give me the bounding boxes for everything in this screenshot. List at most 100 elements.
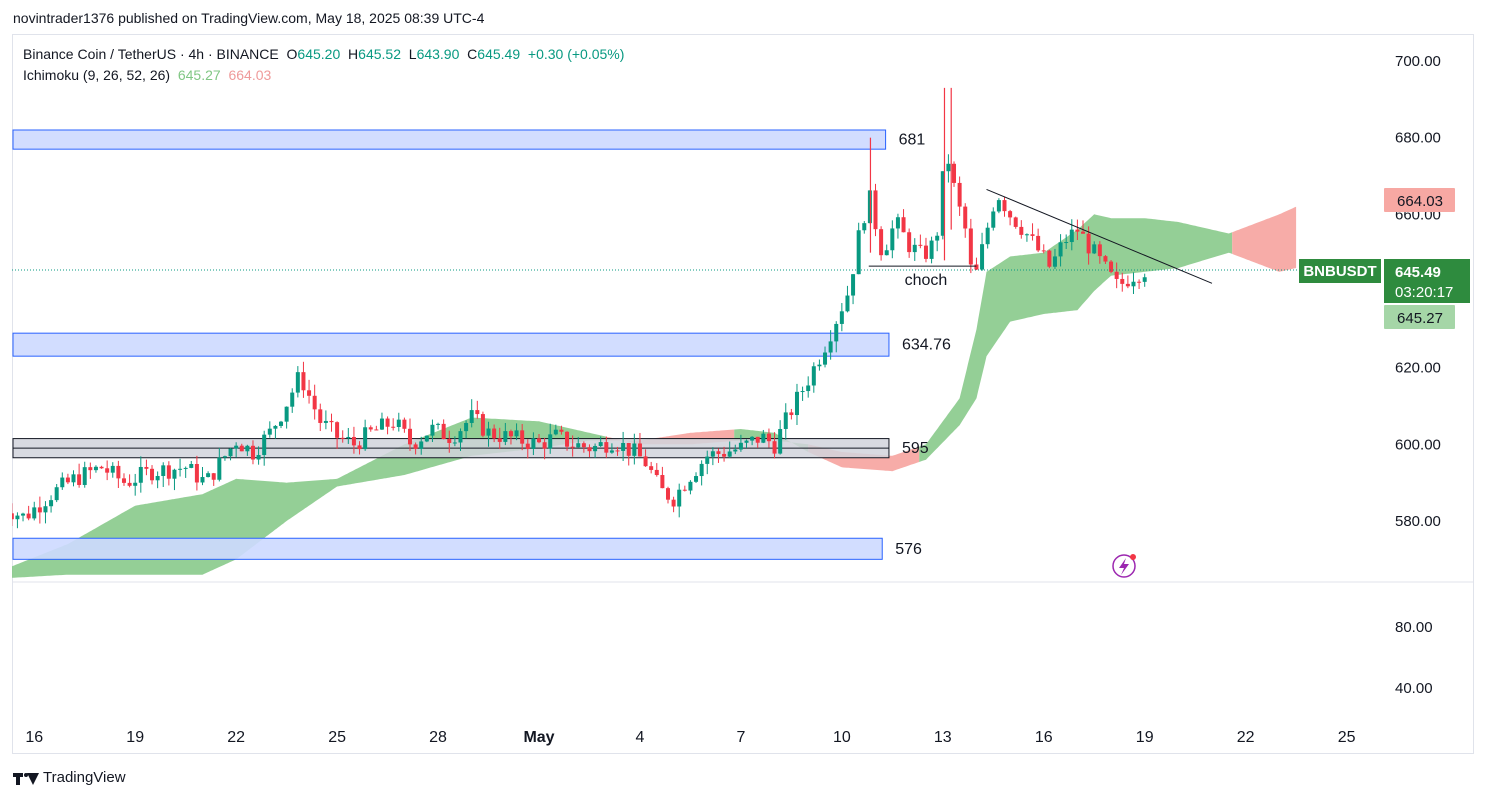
candle-body [273,425,278,429]
candle-body [1019,226,1024,235]
candle-body [722,453,727,457]
candle-body [77,474,82,485]
candle-body [839,311,844,324]
candle-body [884,250,889,256]
candle-body [110,465,115,473]
legend-symbol[interactable]: Binance Coin / TetherUS · 4h · BINANCE [23,46,279,62]
candle-body [637,443,642,457]
price-chart[interactable]: 681634.76595576 choch 700.00680.00660.00… [0,0,1488,800]
last-price-text: 645.49 [1395,264,1441,281]
candle-body [1125,283,1130,287]
legend-indicator[interactable]: Ichimoku (9, 26, 52, 26) [23,67,170,83]
candle-body [834,323,839,342]
time-tick: 22 [227,729,245,746]
candle-body [284,406,289,422]
legend-symbol-row: Binance Coin / TetherUS · 4h · BINANCE O… [23,46,625,62]
candle-body [363,427,368,450]
candle-body [222,456,227,458]
candle-body [82,467,87,485]
candle-body [88,467,93,471]
candle-body [413,444,418,449]
candle-body [576,443,581,448]
candle-body [570,446,575,448]
legend-low: 643.90 [416,46,460,62]
candle-body [1041,250,1046,252]
zone-label: 634.76 [902,337,951,354]
zone-resistance [12,129,887,150]
candle-layer [0,87,1147,529]
candle-body [138,466,143,483]
candle-body [811,366,816,386]
candle-body [1131,281,1136,287]
candle-body [419,441,424,449]
tradingview-footer[interactable]: TradingView [13,769,126,786]
candle-body [15,515,20,520]
candle-body [329,420,334,423]
candle-body [705,456,710,464]
candle-body [823,352,828,365]
candle-body [1142,277,1147,282]
candle-body [486,428,491,436]
lightning-bolt [1119,558,1129,575]
legend-close: 645.49 [477,46,521,62]
senkou-b-label: 664.03 [1384,188,1455,212]
candle-body [789,412,794,416]
candle-body [279,421,284,426]
candle-body [262,434,267,456]
candle-body [49,500,54,507]
time-tick: 7 [736,729,745,746]
candle-body [907,232,912,253]
candle-body [379,418,384,430]
candle-body [559,429,564,432]
candle-body [665,488,670,500]
candle-body [968,228,973,265]
candle-body [609,450,614,453]
zone-support [12,537,883,560]
volume-tick: 80.00 [1395,619,1433,636]
candle-body [744,440,749,443]
candle-body [0,506,3,507]
time-tick: 19 [1136,729,1154,746]
candle-body [318,409,323,423]
countdown-text: 03:20:17 [1395,284,1453,301]
candle-body [1024,234,1029,236]
candle-body [239,445,244,452]
price-label-layer: 664.03 BNBUSDT 645.49 03:20:17 645.27 [1299,188,1470,329]
candle-body [295,372,300,393]
candle-body [436,423,441,425]
candle-body [464,422,469,432]
legend-indicator-row: Ichimoku (9, 26, 52, 26) 645.27 664.03 [23,65,624,86]
candle-body [621,442,626,451]
candle-body [133,482,138,486]
lightning-dot [1130,554,1136,560]
time-tick: 28 [429,729,447,746]
candle-body [716,451,721,454]
candle-body [1086,233,1091,254]
candle-body [952,163,957,183]
candle-body [150,468,155,481]
candle-body [144,466,149,469]
legend-open: 645.20 [297,46,341,62]
candle-body [351,436,356,446]
candle-body [845,295,850,312]
candle-body [929,240,934,259]
senkou-a-label-text: 645.27 [1397,310,1443,327]
candle-body [228,448,233,457]
candle-body [654,469,659,476]
footer-brand: TradingView [43,769,126,786]
candle-body [396,419,401,428]
tradingview-logo-icon [13,771,39,785]
candle-body [1103,256,1108,262]
time-tick: May [523,729,554,746]
candle-body [43,506,48,513]
time-tick: 13 [934,729,952,746]
candle-body [1030,234,1035,236]
candle-body [699,463,704,477]
candle-body [1036,235,1041,251]
candle-body [65,477,70,483]
price-tick: 580.00 [1395,513,1441,530]
candle-body [1052,256,1057,267]
candle-body [374,429,379,431]
time-axis: 16 19 22 25 28 May 4 7 10 13 16 19 22 25 [25,729,1355,746]
candle-body [593,445,598,452]
